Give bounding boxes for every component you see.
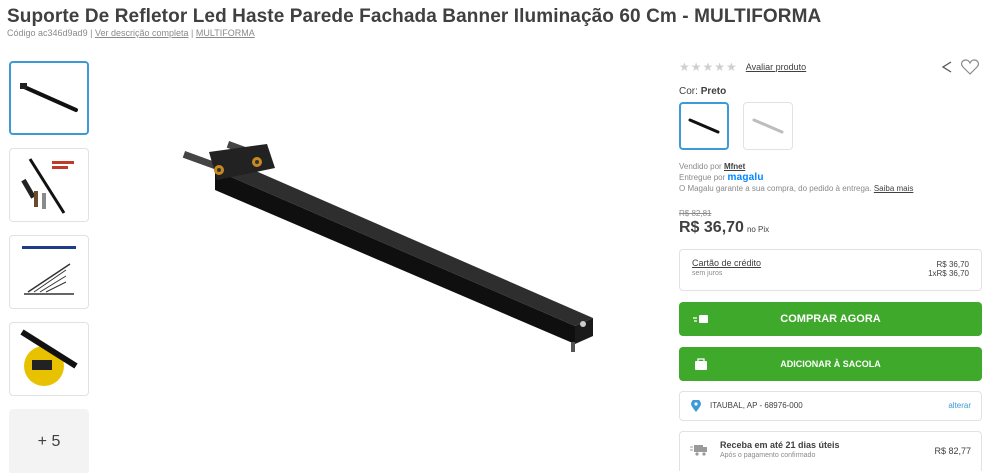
add-to-bag-button[interactable]: ADICIONAR À SACOLA bbox=[679, 347, 982, 381]
credit-card-title: Cartão de crédito bbox=[692, 258, 762, 268]
truck-icon bbox=[690, 445, 707, 456]
buy-now-label: COMPRAR AGORA bbox=[780, 313, 881, 325]
old-price: R$ 82,81 bbox=[679, 209, 712, 218]
change-address-link[interactable]: alterar bbox=[948, 401, 971, 410]
more-images-button[interactable]: + 5 bbox=[9, 409, 89, 473]
full-description-link[interactable]: Ver descrição completa bbox=[95, 28, 189, 38]
black-bar-swatch-image bbox=[688, 118, 720, 134]
share-icon[interactable] bbox=[940, 60, 954, 74]
thumbnail-gallery: + 5 bbox=[9, 61, 89, 473]
parts-kit-thumbnail-image bbox=[21, 158, 74, 214]
rating-row: ★★★★★ Avaliar produto bbox=[679, 60, 806, 74]
magalu-logo: magalu bbox=[727, 172, 764, 183]
credit-card-subtitle: sem juros bbox=[692, 270, 723, 277]
selected-color: Preto bbox=[700, 86, 727, 97]
seller-link[interactable]: Mfnet bbox=[724, 162, 745, 171]
delivery-price: R$ 82,77 bbox=[934, 446, 971, 456]
delivery-option: Receba em até 21 dias úteis Após o pagam… bbox=[679, 431, 982, 471]
seller-info: Vendido por Mfnet Entregue por magalu O … bbox=[679, 161, 913, 194]
thumbnail-1[interactable] bbox=[9, 61, 89, 135]
heart-icon[interactable] bbox=[961, 59, 979, 75]
delivery-title: Receba em até 21 dias úteis bbox=[720, 440, 840, 450]
main-product-image bbox=[182, 141, 593, 352]
rating-stars: ★★★★★ bbox=[679, 60, 738, 74]
delivery-subtitle: Após o pagamento confirmado bbox=[720, 452, 816, 459]
separator: | bbox=[191, 28, 194, 38]
price-line: R$ 36,70 no Pix bbox=[679, 219, 769, 237]
thumbnail-4[interactable] bbox=[9, 322, 89, 396]
white-bar-swatch-image bbox=[752, 118, 784, 134]
credit-card-option[interactable]: Cartão de crédito sem juros R$ 36,70 1xR… bbox=[679, 249, 982, 291]
learn-more-link[interactable]: Saiba mais bbox=[874, 184, 914, 193]
shipping-address: ITAUBAL, AP - 68976-000 bbox=[710, 401, 803, 410]
sold-by-line: Vendido por Mfnet bbox=[679, 161, 913, 172]
brand-link[interactable]: MULTIFORMA bbox=[196, 28, 255, 38]
color-label-prefix: Cor: bbox=[679, 86, 698, 97]
detail-thumbnail-image bbox=[20, 329, 78, 386]
separator: | bbox=[90, 28, 93, 38]
color-swatch-black[interactable] bbox=[679, 102, 729, 150]
credit-card-installment: 1xR$ 36,70 bbox=[928, 269, 969, 278]
add-to-bag-label: ADICIONAR À SACOLA bbox=[780, 359, 881, 369]
buy-now-button[interactable]: COMPRAR AGORA bbox=[679, 302, 982, 336]
guarantee-text: O Magalu garante a sua compra, do pedido… bbox=[679, 184, 872, 193]
location-pin-icon bbox=[691, 400, 701, 412]
dimensions-thumbnail-image bbox=[22, 246, 76, 295]
thumbnail-2[interactable] bbox=[9, 148, 89, 222]
credit-card-total: R$ 36,70 bbox=[936, 260, 969, 269]
color-swatch-white[interactable] bbox=[743, 102, 793, 150]
bag-icon bbox=[695, 358, 707, 370]
pix-price: R$ 36,70 bbox=[679, 219, 744, 236]
haste-bar-thumbnail-image bbox=[20, 83, 78, 112]
shipping-address-box: ITAUBAL, AP - 68976-000 alterar bbox=[679, 391, 982, 421]
color-label: Cor: Preto bbox=[679, 86, 726, 97]
thumbnail-3[interactable] bbox=[9, 235, 89, 309]
delivered-by-line: Entregue por magalu bbox=[679, 172, 913, 183]
pix-label: no Pix bbox=[746, 225, 770, 234]
product-title: Suporte De Refletor Led Haste Parede Fac… bbox=[7, 6, 822, 27]
cart-fast-icon bbox=[693, 315, 708, 323]
delivered-by-label: Entregue por bbox=[679, 173, 726, 182]
rate-product-link[interactable]: Avaliar produto bbox=[746, 62, 806, 72]
sold-by-label: Vendido por bbox=[679, 162, 722, 171]
product-code: Código ac346d9ad9 bbox=[7, 28, 88, 38]
product-subline: Código ac346d9ad9 | Ver descrição comple… bbox=[7, 28, 255, 38]
guarantee-line: O Magalu garante a sua compra, do pedido… bbox=[679, 183, 913, 194]
